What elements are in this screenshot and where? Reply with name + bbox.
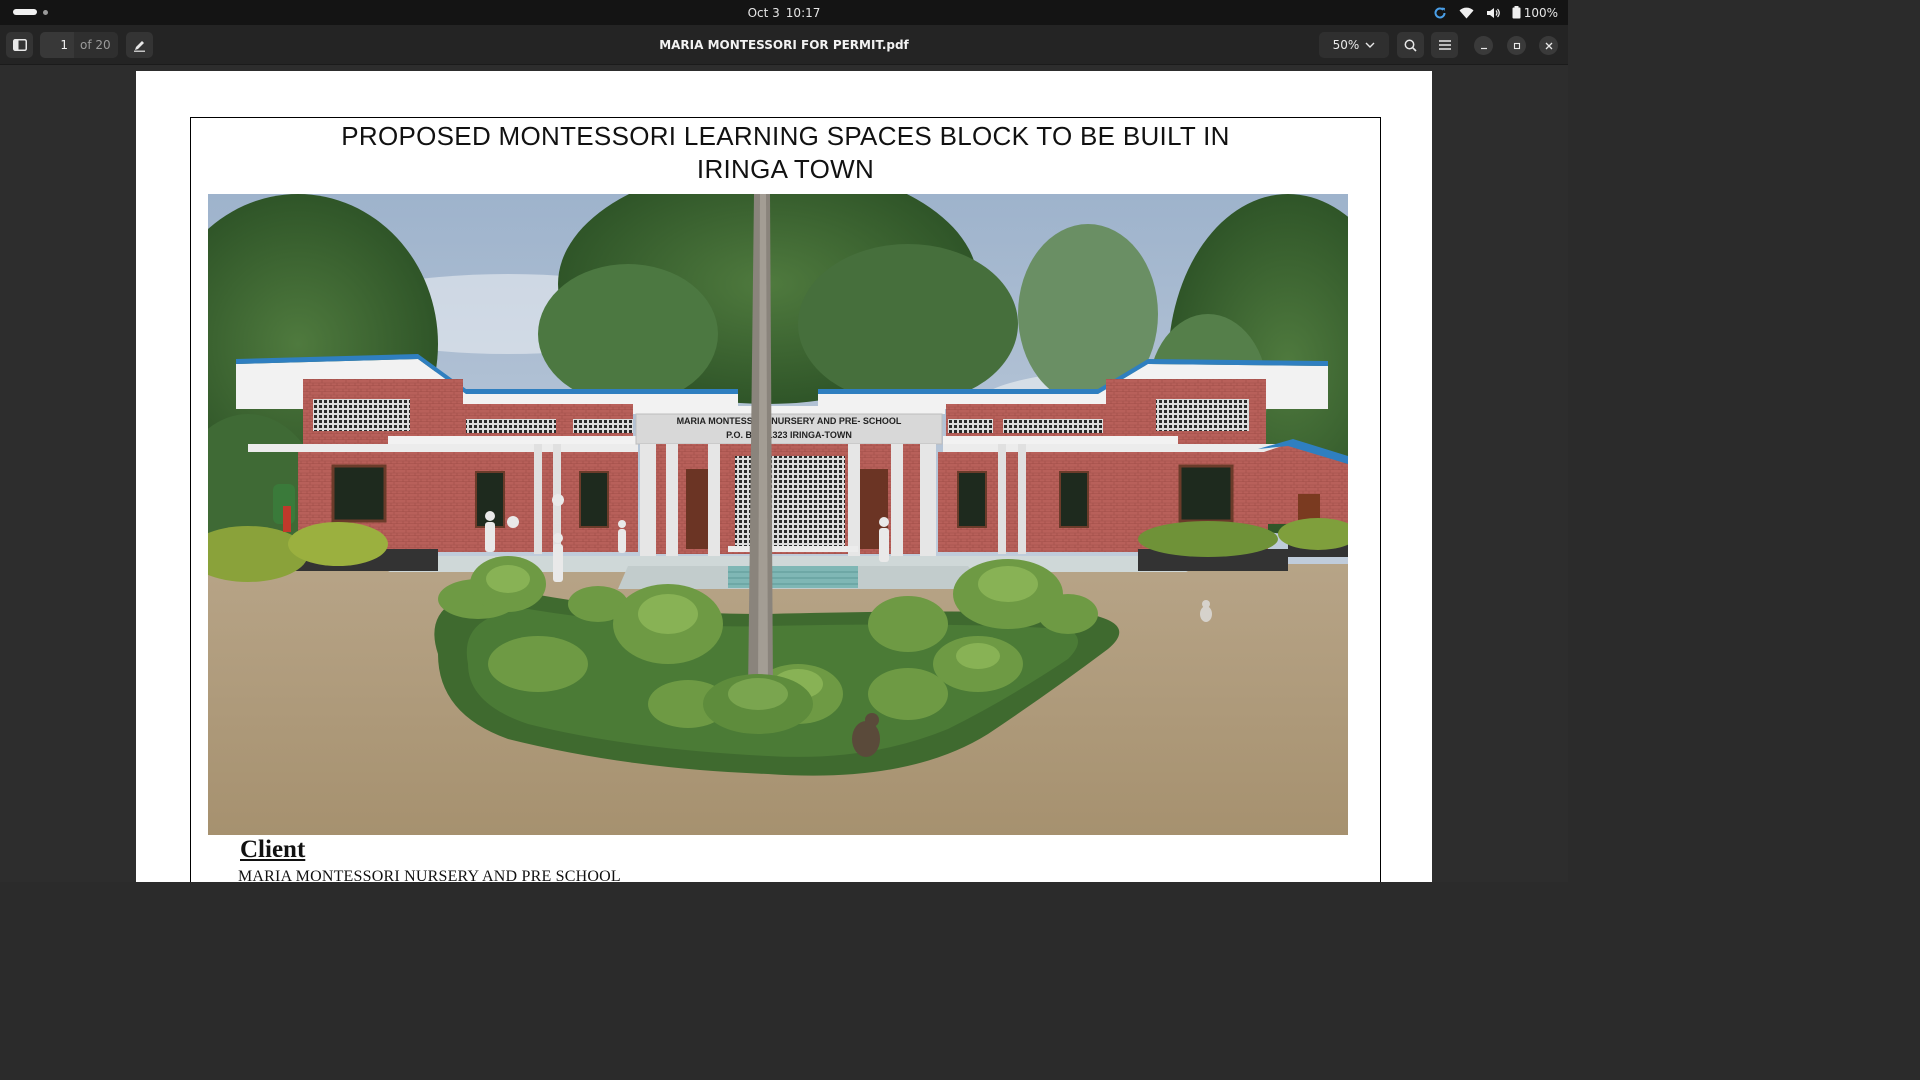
workspace-dot (43, 9, 48, 15)
volume-icon[interactable] (1486, 7, 1500, 19)
sidebar-toggle-button[interactable] (6, 32, 33, 58)
close-icon (1545, 42, 1552, 49)
activities-indicator[interactable] (13, 9, 48, 15)
pdf-page: PROPOSED MONTESSORI LEARNING SPACES BLOC… (136, 71, 1432, 882)
viewer-header-bar: 1 of 20 MARIA MONTESSORI FOR PERMIT.pdf … (0, 25, 1568, 65)
battery-percent: 100% (1523, 5, 1558, 20)
search-button[interactable] (1397, 32, 1424, 58)
clock-time: 10:17 (785, 5, 821, 20)
drawing-border-frame: PROPOSED MONTESSORI LEARNING SPACES BLOC… (190, 117, 1381, 882)
clock[interactable]: Oct 3 10:17 (748, 6, 821, 20)
building-render-image: MARIA MONTESSORI NURSERY AND PRE- SCHOOL… (208, 194, 1348, 835)
zoom-selector[interactable]: 50% (1319, 32, 1389, 58)
zoom-level: 50% (1332, 38, 1360, 52)
wifi-icon[interactable] (1459, 7, 1474, 19)
client-label: Client (240, 836, 306, 863)
annotate-button[interactable] (126, 32, 153, 58)
hamburger-menu-icon (1438, 40, 1451, 50)
battery-icon (1512, 6, 1521, 19)
sidebar-toggle-icon (12, 39, 27, 51)
battery-status[interactable]: 100% (1512, 6, 1558, 20)
minimize-button[interactable] (1474, 36, 1493, 55)
main-menu-button[interactable] (1431, 32, 1458, 58)
close-button[interactable] (1539, 36, 1558, 55)
workspace-active-pill (13, 9, 37, 15)
heading-line-1: PROPOSED MONTESSORI LEARNING SPACES BLOC… (341, 121, 1230, 151)
client-name: MARIA MONTESSORI NURSERY AND PRE SCHOOL (238, 868, 621, 882)
page-navigator[interactable]: 1 of 20 (40, 32, 118, 58)
page-total-label: of 20 (80, 38, 111, 52)
maximize-button[interactable] (1507, 36, 1526, 55)
minimize-icon (1480, 47, 1487, 49)
document-heading: PROPOSED MONTESSORI LEARNING SPACES BLOC… (191, 120, 1380, 186)
clock-date: Oct 3 (747, 5, 780, 20)
sign-line-1: MARIA MONTESSORI NURSERY AND PRE- SCHOOL (677, 416, 902, 426)
heading-line-2: IRINGA TOWN (696, 154, 875, 184)
annotate-pen-icon (134, 40, 145, 52)
current-page-input[interactable]: 1 (40, 32, 74, 58)
search-icon (1404, 39, 1417, 52)
sign-line-2: P.O. BOX 1323 IRINGA-TOWN (726, 430, 852, 440)
document-view[interactable]: PROPOSED MONTESSORI LEARNING SPACES BLOC… (0, 65, 1568, 882)
chevron-down-icon (1365, 42, 1375, 48)
refresh-icon[interactable] (1433, 6, 1447, 20)
maximize-icon (1513, 42, 1520, 49)
system-tray[interactable]: 100% (1433, 0, 1558, 25)
system-top-bar: Oct 3 10:17 100% (0, 0, 1568, 25)
